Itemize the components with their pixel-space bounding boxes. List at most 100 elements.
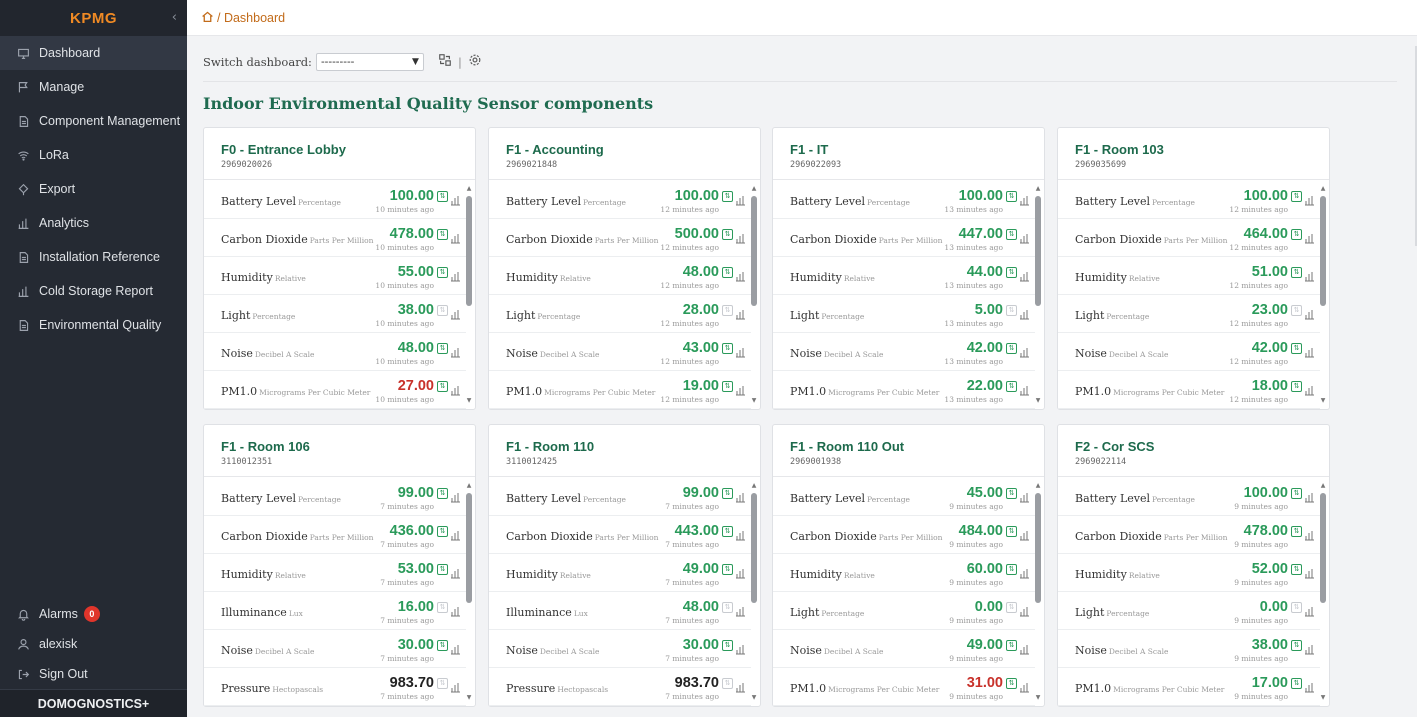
trend-icon[interactable]: ⇅: [437, 343, 448, 354]
sidebar-item-cold-storage-report[interactable]: Cold Storage Report: [0, 274, 187, 308]
sensor-list[interactable]: Battery Level Percentage 100.00 10 minutes …: [204, 181, 466, 410]
trend-icon[interactable]: ⇅: [722, 343, 733, 354]
sensor-list[interactable]: Battery Level Percentage 100.00 9 minutes a…: [1058, 478, 1320, 707]
card-title[interactable]: F2 - Cor SCS: [1075, 439, 1329, 454]
sidebar-item-component-management[interactable]: Component Management: [0, 104, 187, 138]
breadcrumb-dashboard[interactable]: / Dashboard: [217, 11, 285, 25]
trend-icon[interactable]: ⇅: [437, 526, 448, 537]
scroll-down-icon[interactable]: ▼: [466, 398, 472, 404]
trend-icon[interactable]: ⇅: [437, 678, 448, 689]
trend-icon[interactable]: ⇅: [1291, 229, 1302, 240]
trend-icon[interactable]: ⇅: [1006, 229, 1017, 240]
scroll-down-icon[interactable]: ▼: [751, 695, 757, 701]
card-title[interactable]: F1 - Room 103: [1075, 142, 1329, 157]
trend-icon[interactable]: ⇅: [437, 640, 448, 651]
scroll-thumb[interactable]: [751, 196, 757, 306]
bar-chart-icon[interactable]: [735, 678, 746, 693]
bar-chart-icon[interactable]: [735, 305, 746, 320]
trend-icon[interactable]: ⇅: [437, 488, 448, 499]
scroll-thumb[interactable]: [751, 493, 757, 603]
bar-chart-icon[interactable]: [1304, 564, 1315, 579]
scroll-down-icon[interactable]: ▼: [1035, 695, 1041, 701]
bar-chart-icon[interactable]: [1304, 526, 1315, 541]
bar-chart-icon[interactable]: [450, 640, 461, 655]
bar-chart-icon[interactable]: [450, 488, 461, 503]
trend-icon[interactable]: ⇅: [1006, 381, 1017, 392]
trend-icon[interactable]: ⇅: [1291, 305, 1302, 316]
scroll-thumb[interactable]: [466, 493, 472, 603]
scroll-down-icon[interactable]: ▼: [1320, 398, 1326, 404]
bar-chart-icon[interactable]: [735, 526, 746, 541]
sensor-list[interactable]: Battery Level Percentage 100.00 12 minutes …: [1058, 181, 1320, 410]
card-scrollbar[interactable]: ▲ ▼: [751, 483, 757, 701]
scroll-up-icon[interactable]: ▲: [466, 186, 472, 192]
scroll-up-icon[interactable]: ▲: [1035, 186, 1041, 192]
card-scrollbar[interactable]: ▲ ▼: [1320, 483, 1326, 701]
card-scrollbar[interactable]: ▲ ▼: [1320, 186, 1326, 404]
switch-dashboard-select[interactable]: --------- ▼: [315, 52, 424, 71]
trend-icon[interactable]: ⇅: [722, 640, 733, 651]
trend-icon[interactable]: ⇅: [437, 564, 448, 575]
trend-icon[interactable]: ⇅: [1006, 602, 1017, 613]
trend-icon[interactable]: ⇅: [437, 381, 448, 392]
trend-icon[interactable]: ⇅: [1291, 678, 1302, 689]
trend-icon[interactable]: ⇅: [437, 229, 448, 240]
scroll-down-icon[interactable]: ▼: [1035, 398, 1041, 404]
trend-icon[interactable]: ⇅: [1291, 526, 1302, 537]
sidebar-item-sign-out[interactable]: Sign Out: [0, 659, 187, 689]
bar-chart-icon[interactable]: [735, 381, 746, 396]
scroll-thumb[interactable]: [1320, 196, 1326, 306]
sidebar-item-installation-reference[interactable]: Installation Reference: [0, 240, 187, 274]
bar-chart-icon[interactable]: [735, 488, 746, 503]
trend-icon[interactable]: ⇅: [1006, 267, 1017, 278]
card-title[interactable]: F1 - Room 110 Out: [790, 439, 1044, 454]
bar-chart-icon[interactable]: [1304, 640, 1315, 655]
trend-icon[interactable]: ⇅: [437, 267, 448, 278]
home-icon[interactable]: [201, 10, 214, 26]
trend-icon[interactable]: ⇅: [722, 564, 733, 575]
sidebar-item-user[interactable]: alexisk: [0, 629, 187, 659]
trend-icon[interactable]: ⇅: [1291, 343, 1302, 354]
bar-chart-icon[interactable]: [450, 526, 461, 541]
bar-chart-icon[interactable]: [1019, 305, 1030, 320]
trend-icon[interactable]: ⇅: [722, 488, 733, 499]
trend-icon[interactable]: ⇅: [1291, 640, 1302, 651]
scroll-down-icon[interactable]: ▼: [466, 695, 472, 701]
brand-logo[interactable]: KPMG: [70, 10, 117, 27]
bar-chart-icon[interactable]: [1019, 267, 1030, 282]
scroll-thumb[interactable]: [1035, 196, 1041, 306]
bar-chart-icon[interactable]: [1019, 602, 1030, 617]
bar-chart-icon[interactable]: [1304, 678, 1315, 693]
bar-chart-icon[interactable]: [735, 564, 746, 579]
trend-icon[interactable]: ⇅: [437, 305, 448, 316]
bar-chart-icon[interactable]: [1019, 488, 1030, 503]
trend-icon[interactable]: ⇅: [722, 191, 733, 202]
bar-chart-icon[interactable]: [735, 343, 746, 358]
bar-chart-icon[interactable]: [735, 267, 746, 282]
scroll-down-icon[interactable]: ▼: [1320, 695, 1326, 701]
sidebar-item-dashboard[interactable]: Dashboard: [0, 36, 187, 70]
trend-icon[interactable]: ⇅: [437, 191, 448, 202]
bar-chart-icon[interactable]: [735, 191, 746, 206]
sensor-list[interactable]: Battery Level Percentage 99.00 7 minutes ag…: [489, 478, 751, 707]
sensor-list[interactable]: Battery Level Percentage 99.00 7 minutes ag…: [204, 478, 466, 707]
bar-chart-icon[interactable]: [1019, 381, 1030, 396]
trend-icon[interactable]: ⇅: [722, 678, 733, 689]
bar-chart-icon[interactable]: [450, 381, 461, 396]
card-title[interactable]: F1 - IT: [790, 142, 1044, 157]
card-scrollbar[interactable]: ▲ ▼: [1035, 483, 1041, 701]
trend-icon[interactable]: ⇅: [1006, 678, 1017, 689]
bar-chart-icon[interactable]: [1019, 640, 1030, 655]
card-title[interactable]: F1 - Accounting: [506, 142, 760, 157]
bar-chart-icon[interactable]: [1304, 602, 1315, 617]
bar-chart-icon[interactable]: [1304, 267, 1315, 282]
trend-icon[interactable]: ⇅: [1006, 526, 1017, 537]
card-scrollbar[interactable]: ▲ ▼: [751, 186, 757, 404]
bar-chart-icon[interactable]: [735, 602, 746, 617]
bar-chart-icon[interactable]: [735, 640, 746, 655]
trend-icon[interactable]: ⇅: [1006, 191, 1017, 202]
bar-chart-icon[interactable]: [1019, 526, 1030, 541]
bar-chart-icon[interactable]: [1019, 678, 1030, 693]
scroll-up-icon[interactable]: ▲: [466, 483, 472, 489]
scroll-up-icon[interactable]: ▲: [751, 483, 757, 489]
